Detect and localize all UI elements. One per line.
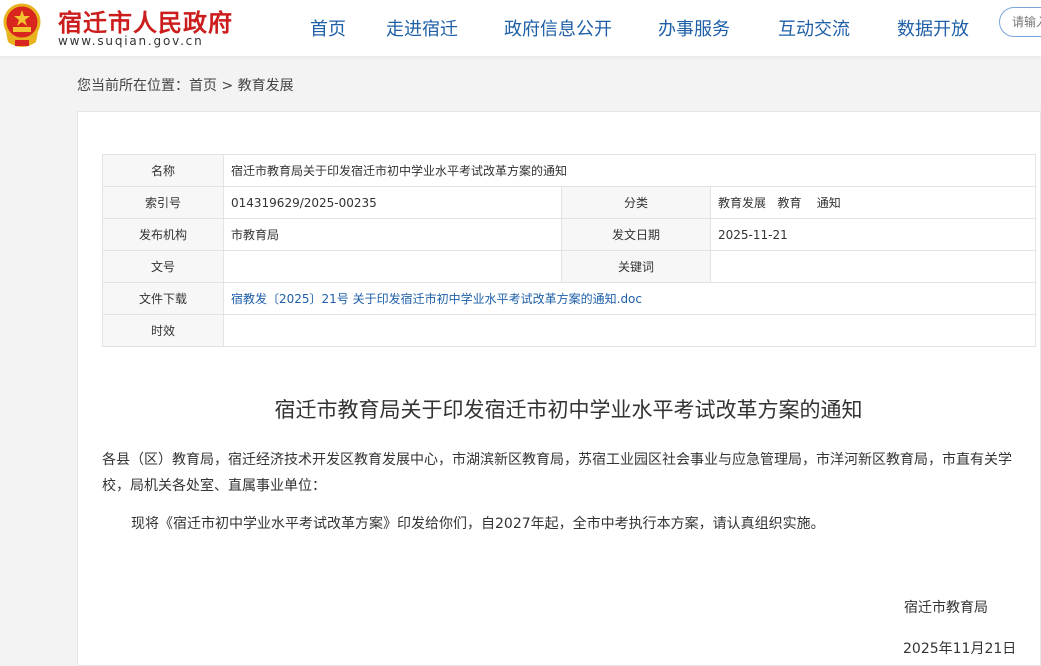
breadcrumb-prefix: 您当前所在位置： bbox=[77, 78, 189, 94]
article-sign-date: 2025年11月21日 bbox=[903, 641, 1017, 657]
breadcrumb-separator: > bbox=[217, 78, 238, 94]
docno-label: 文号 bbox=[102, 250, 224, 283]
meta-row-name: 名称 宿迁市教育局关于印发宿迁市初中学业水平考试改革方案的通知 bbox=[102, 154, 1037, 187]
meta-row-download: 文件下载 宿教发〔2025〕21号 关于印发宿迁市初中学业水平考试改革方案的通知… bbox=[102, 282, 1037, 315]
nav-interaction[interactable]: 互动交流 bbox=[778, 15, 850, 41]
nav-services[interactable]: 办事服务 bbox=[658, 15, 730, 41]
meta-row-docno: 文号 关键词 bbox=[102, 250, 1037, 283]
article-title: 宿迁市教育局关于印发宿迁市初中学业水平考试改革方案的通知 bbox=[274, 398, 863, 422]
meta-row-index: 索引号 014319629/2025-00235 分类 教育发展 教育 通知 bbox=[102, 186, 1037, 219]
site-name[interactable]: 宿迁市人民政府 bbox=[58, 3, 233, 38]
nav-home[interactable]: 首页 bbox=[310, 15, 346, 41]
validity-label: 时效 bbox=[102, 314, 224, 347]
category-label: 分类 bbox=[561, 186, 711, 219]
publisher-label: 发布机构 bbox=[102, 218, 224, 251]
download-doc-link[interactable]: 宿教发〔2025〕21号 关于印发宿迁市初中学业水平考试改革方案的通知.doc bbox=[231, 292, 642, 306]
keywords-label: 关键词 bbox=[561, 250, 711, 283]
site-url: www.suqian.gov.cn bbox=[58, 34, 204, 48]
national-emblem-icon[interactable] bbox=[0, 2, 44, 50]
document-meta-table: 名称 宿迁市教育局关于印发宿迁市初中学业水平考试改革方案的通知 索引号 0143… bbox=[102, 154, 1037, 347]
date-label: 发文日期 bbox=[561, 218, 711, 251]
publisher-value: 市教育局 bbox=[223, 218, 562, 251]
article-addressee: 各县（区）教育局，宿迁经济技术开发区教育发展中心，市湖滨新区教育局，苏宿工业园区… bbox=[102, 452, 1012, 494]
breadcrumb-current[interactable]: 教育发展 bbox=[238, 78, 294, 94]
nav-open-data[interactable]: 数据开放 bbox=[897, 15, 969, 41]
name-label: 名称 bbox=[102, 154, 224, 187]
search-input[interactable] bbox=[999, 7, 1041, 37]
meta-row-publisher: 发布机构 市教育局 发文日期 2025-11-21 bbox=[102, 218, 1037, 251]
name-value: 宿迁市教育局关于印发宿迁市初中学业水平考试改革方案的通知 bbox=[222, 154, 1037, 187]
breadcrumb-home-link[interactable]: 首页 bbox=[189, 78, 217, 94]
category-value: 教育发展 教育 通知 bbox=[709, 186, 1037, 219]
keywords-value bbox=[709, 250, 1037, 283]
article-body: 现将《宿迁市初中学业水平考试改革方案》印发给你们，自2027年起，全市中考执行本… bbox=[131, 516, 825, 532]
date-value: 2025-11-21 bbox=[709, 218, 1037, 251]
index-label: 索引号 bbox=[102, 186, 224, 219]
nav-gov-info[interactable]: 政府信息公开 bbox=[504, 15, 612, 41]
article-signature: 宿迁市教育局 bbox=[904, 600, 988, 616]
breadcrumb: 您当前所在位置：首页 > 教育发展 bbox=[77, 75, 294, 95]
meta-row-validity: 时效 bbox=[102, 314, 1037, 347]
download-label: 文件下载 bbox=[102, 282, 224, 315]
download-cell: 宿教发〔2025〕21号 关于印发宿迁市初中学业水平考试改革方案的通知.doc bbox=[222, 282, 1037, 315]
index-value: 014319629/2025-00235 bbox=[223, 186, 562, 219]
validity-value bbox=[222, 314, 1037, 347]
site-header: 宿迁市人民政府 www.suqian.gov.cn 首页 走进宿迁 政府信息公开… bbox=[0, 0, 1041, 56]
docno-value bbox=[223, 250, 562, 283]
nav-about-suqian[interactable]: 走进宿迁 bbox=[386, 15, 458, 41]
